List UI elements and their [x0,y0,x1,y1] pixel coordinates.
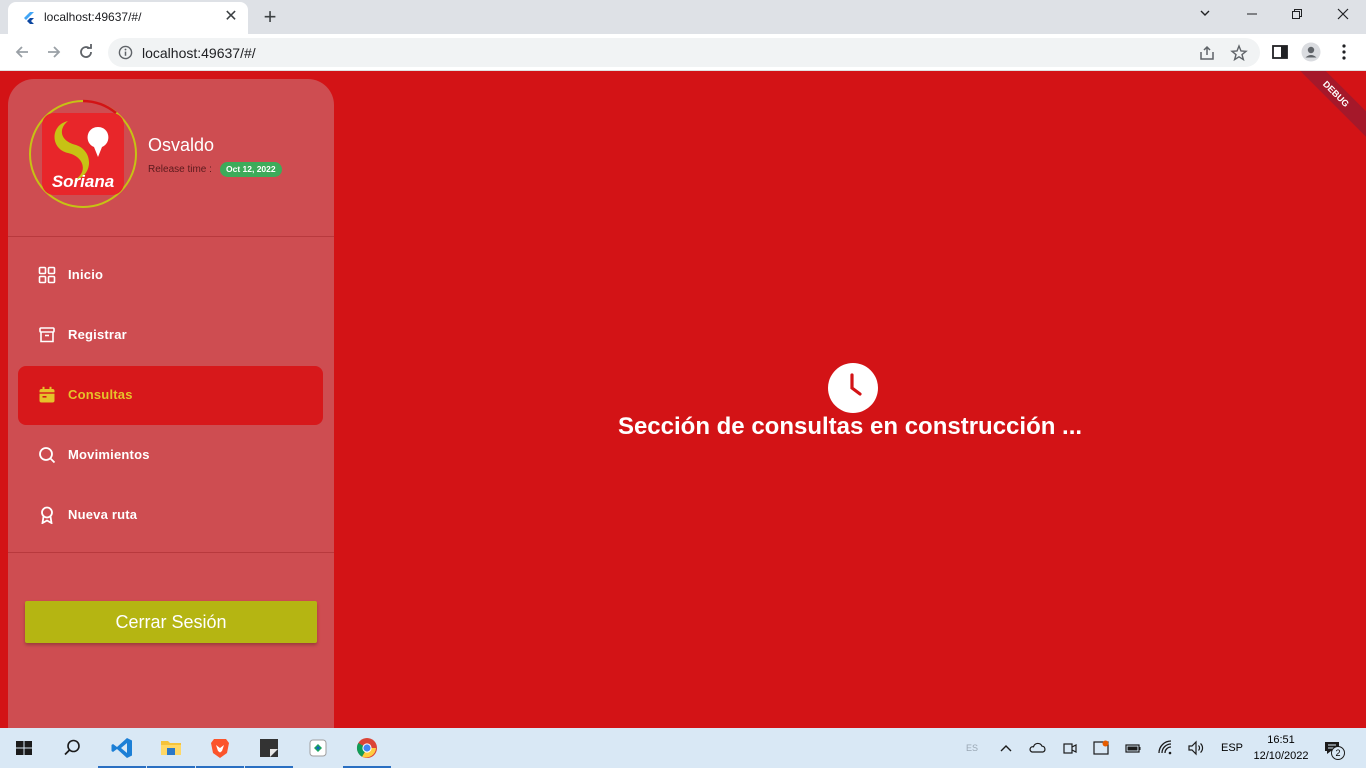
menu-item-label: Consultas [68,387,133,402]
minimize-button[interactable] [1237,4,1267,26]
menu-item-consultas[interactable]: Consultas [18,366,323,425]
folder-icon [161,741,181,755]
taskbar-search-button[interactable] [48,728,96,768]
bookmark-star-icon[interactable] [1230,44,1248,62]
notes-icon [260,739,278,757]
flutter-icon [24,12,34,24]
archive-icon [39,327,55,343]
update-app-icon[interactable] [1091,738,1111,758]
taskbar-vscode[interactable] [98,728,146,768]
windows-logo-icon [16,741,32,755]
svg-text:Soriana: Soriana [52,172,114,191]
menu-item-label: Inicio [68,267,104,282]
award-icon [41,506,53,524]
taskbar-file-explorer[interactable] [147,728,195,768]
tab-title: localhost:49637/#/ [44,10,142,24]
menu-item-inicio[interactable]: Inicio [18,246,323,305]
browser-tabstrip: localhost:49637/#/ ✕ + [0,0,1366,34]
windows-taskbar: ES ESP 16:51 12/10/2022 2 [0,728,1366,768]
reload-button[interactable] [74,40,98,64]
release-time-label: Release time : [148,164,212,175]
onedrive-cloud-icon[interactable] [1027,738,1047,758]
tab-close-icon[interactable]: ✕ [222,8,240,26]
share-icon[interactable] [1198,44,1216,62]
volume-icon[interactable] [1186,738,1206,758]
calendar-icon [39,386,55,403]
release-date-badge: Oct 12, 2022 [220,162,282,177]
wifi-icon[interactable] [1156,738,1176,758]
url-text: localhost:49637/#/ [142,45,256,61]
app-viewport: Soriana Osvaldo Release time : Oct 12, 2… [0,71,1366,728]
taskbar-chrome[interactable] [343,728,391,768]
clock-time: 16:51 [1267,734,1295,746]
clock-date: 12/10/2022 [1253,750,1309,762]
chevron-up-icon[interactable] [996,738,1016,758]
menu-item-label: Nueva ruta [68,507,138,522]
soriana-logo-avatar: Soriana [29,99,137,208]
taskbar-app-green[interactable] [294,728,342,768]
forward-button[interactable] [42,40,66,64]
menu-divider [8,552,334,553]
header-divider [8,236,334,237]
vscode-icon [111,738,132,758]
notification-count-badge: 2 [1331,746,1345,760]
app-icon [309,739,327,757]
under-construction-message: Sección de consultas en construcción ... [617,413,1083,440]
grid-icon [38,266,56,284]
restore-button[interactable] [1282,4,1312,26]
address-bar[interactable]: localhost:49637/#/ [108,38,1260,67]
side-panel-icon[interactable] [1270,42,1290,62]
browser-toolbar: localhost:49637/#/ [0,34,1366,71]
menu-item-nueva-ruta[interactable]: Nueva ruta [18,486,323,545]
info-icon[interactable] [118,45,133,60]
logout-button[interactable]: Cerrar Sesión [25,601,317,643]
notification-center-button[interactable]: 2 [1322,738,1348,760]
profile-avatar-icon[interactable] [1301,42,1321,62]
main-content: Sección de consultas en construcción ... [334,71,1366,728]
brave-icon [211,739,229,758]
menu-item-registrar[interactable]: Registrar [18,306,323,365]
system-clock[interactable]: 16:51 12/10/2022 [1248,732,1314,764]
tab-search-icon[interactable] [1190,4,1220,26]
chrome-icon [356,738,377,758]
back-button[interactable] [10,40,34,64]
menu-item-label: Registrar [68,327,127,342]
taskbar-sticky-notes[interactable] [245,728,293,768]
language-indicator-small: ES [966,743,979,753]
browser-tab[interactable]: localhost:49637/#/ ✕ [8,2,248,34]
menu-item-movimientos[interactable]: Movimientos [18,426,323,485]
battery-icon[interactable] [1123,738,1143,758]
more-menu-icon[interactable] [1334,42,1354,62]
new-tab-button[interactable]: + [258,6,282,30]
clock-icon [828,363,878,413]
search-icon [64,739,80,756]
search-icon [39,447,56,464]
meet-now-icon[interactable] [1060,738,1080,758]
taskbar-brave[interactable] [196,728,244,768]
navigation-drawer: Soriana Osvaldo Release time : Oct 12, 2… [8,79,334,728]
menu-item-label: Movimientos [68,447,150,462]
input-language[interactable]: ESP [1221,728,1243,768]
start-button[interactable] [0,728,48,768]
close-window-button[interactable] [1328,4,1358,26]
user-name: Osvaldo [148,135,215,155]
